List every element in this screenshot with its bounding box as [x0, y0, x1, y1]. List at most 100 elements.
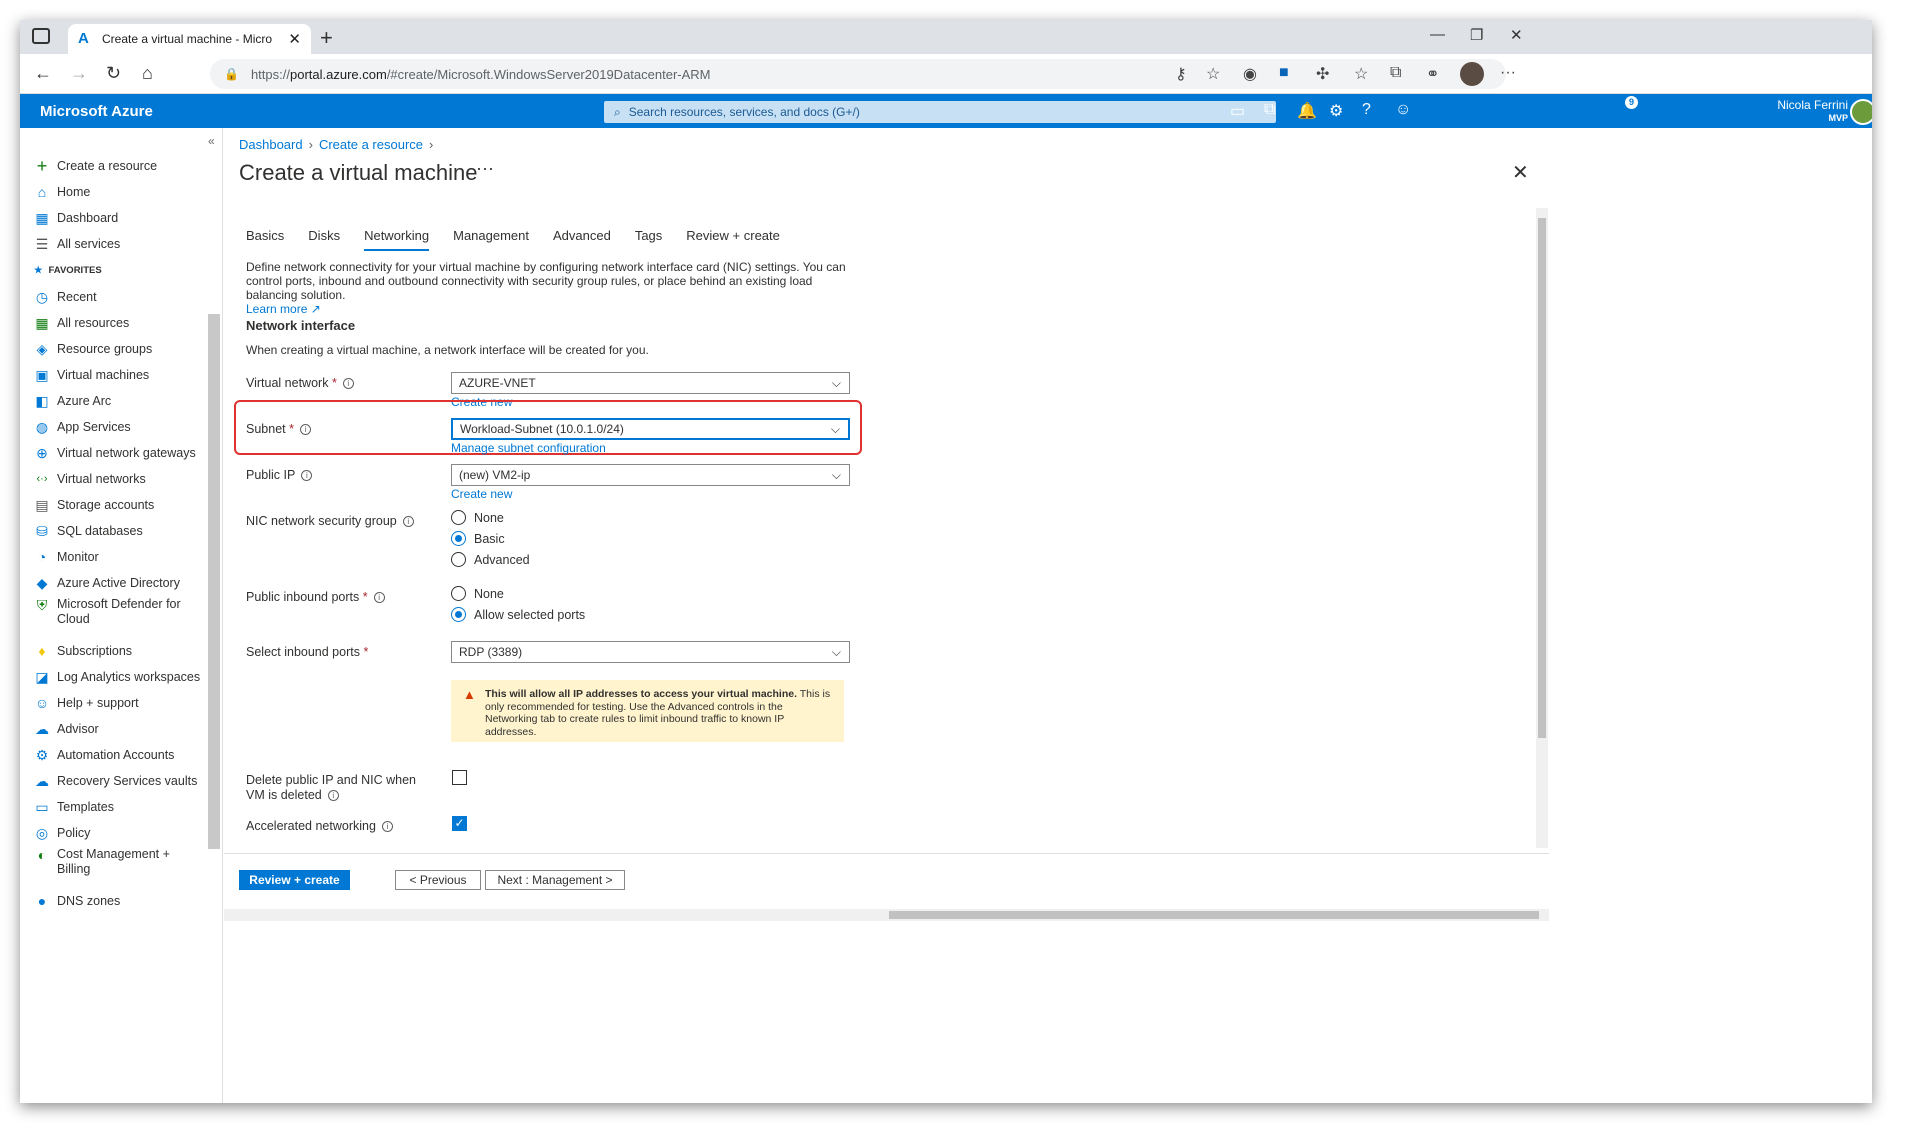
profile-avatar[interactable]	[1460, 62, 1484, 86]
previous-button[interactable]: < Previous	[395, 870, 481, 890]
tab-tags[interactable]: Tags	[635, 228, 662, 251]
favorite-add-icon[interactable]: ☆	[1206, 64, 1220, 84]
sidebar-item-help[interactable]: ☺ Help + support	[34, 691, 139, 715]
sidebar-item-storage-accounts[interactable]: ▤ Storage accounts	[34, 493, 154, 517]
breadcrumb-create-resource[interactable]: Create a resource	[319, 137, 423, 152]
help-icon[interactable]: ?	[1362, 101, 1371, 119]
radio-button[interactable]	[451, 510, 466, 525]
sidebar-item-vnet-gateways[interactable]: ⊕ Virtual network gateways	[34, 441, 196, 465]
user-account[interactable]: Nicola Ferrini MVP	[1768, 99, 1848, 125]
nsg-option-none[interactable]: None	[451, 510, 504, 525]
sidebar-item-templates[interactable]: ▭ Templates	[34, 795, 114, 819]
profile-sync-icon[interactable]: ⚭	[1426, 64, 1439, 84]
info-icon[interactable]: i	[381, 821, 393, 833]
horizontal-scrollbar-thumb[interactable]	[889, 911, 1539, 919]
subnet-dropdown[interactable]: Workload-Subnet (10.0.1.0/24) ⌵	[451, 418, 850, 440]
lock-icon[interactable]: 🔒	[224, 67, 239, 81]
user-avatar[interactable]	[1850, 99, 1872, 125]
radio-button-selected[interactable]	[451, 607, 466, 622]
tab-management[interactable]: Management	[453, 228, 529, 251]
sidebar-item-recent[interactable]: ◷ Recent	[34, 285, 97, 309]
info-icon[interactable]: i	[342, 378, 354, 390]
tab-disks[interactable]: Disks	[308, 228, 340, 251]
collections-icon[interactable]: ⧉	[1390, 64, 1401, 82]
outlook-icon[interactable]: ■	[1279, 64, 1289, 82]
sidebar-item-resource-groups[interactable]: ◈ Resource groups	[34, 337, 153, 361]
sidebar-item-all-resources[interactable]: ▦ All resources	[34, 311, 129, 335]
nsg-option-advanced[interactable]: Advanced	[451, 552, 530, 567]
more-icon[interactable]: ···	[1500, 64, 1516, 82]
vnet-dropdown[interactable]: AZURE-VNET ⌵	[451, 372, 850, 394]
accelerated-checkbox[interactable]: ✓	[452, 816, 467, 831]
sidebar-item-create[interactable]: + Create a resource	[34, 154, 157, 178]
sidebar-item-sql-databases[interactable]: ⛁ SQL databases	[34, 519, 143, 543]
sidebar-item-all-services[interactable]: ☰ All services	[34, 232, 121, 256]
close-tab-icon[interactable]: ✕	[288, 30, 301, 48]
collapse-sidebar-icon[interactable]: «	[208, 134, 215, 148]
info-icon[interactable]: i	[402, 516, 414, 528]
cloud-shell-icon[interactable]: ▭	[1230, 101, 1245, 121]
public-ip-dropdown[interactable]: (new) VM2-ip ⌵	[451, 464, 850, 486]
sidebar-item-advisor[interactable]: ☁ Advisor	[34, 717, 99, 741]
info-icon[interactable]: i	[327, 790, 339, 802]
settings-icon[interactable]: ⚙	[1329, 101, 1343, 121]
favorites-icon[interactable]: ☆	[1354, 64, 1368, 84]
browser-tab[interactable]: A Create a virtual machine - Micro ✕	[68, 24, 311, 54]
radio-button[interactable]	[451, 552, 466, 567]
home-icon[interactable]: ⌂	[142, 63, 153, 84]
sidebar-item-defender[interactable]: ⛨ Microsoft Defender for Cloud	[34, 597, 204, 631]
back-icon[interactable]: ←	[34, 63, 52, 84]
minimize-icon[interactable]: —	[1430, 26, 1445, 43]
select-ports-dropdown[interactable]: RDP (3389) ⌵	[451, 641, 850, 663]
sidebar-item-app-services[interactable]: ◍ App Services	[34, 415, 131, 439]
sidebar-item-azure-arc[interactable]: ◧ Azure Arc	[34, 389, 111, 413]
more-options-icon[interactable]: ···	[476, 158, 494, 179]
tab-review-create[interactable]: Review + create	[686, 228, 780, 251]
tab-advanced[interactable]: Advanced	[553, 228, 611, 251]
tab-basics[interactable]: Basics	[246, 228, 284, 251]
close-window-icon[interactable]: ✕	[1510, 26, 1523, 44]
sidebar-item-recovery[interactable]: ☁ Recovery Services vaults	[34, 769, 197, 793]
brand-name[interactable]: Microsoft Azure	[40, 103, 153, 120]
ports-option-none[interactable]: None	[451, 586, 504, 601]
key-icon[interactable]: ⚷	[1175, 64, 1187, 84]
feedback-icon[interactable]: ☺	[1395, 101, 1411, 119]
sidebar-item-subscriptions[interactable]: ♦ Subscriptions	[34, 639, 132, 663]
sidebar-item-cost[interactable]: ◐ Cost Management + Billing	[34, 847, 204, 881]
sidebar-item-aad[interactable]: ◆ Azure Active Directory	[34, 571, 180, 595]
info-icon[interactable]: i	[373, 592, 385, 604]
restore-icon[interactable]: ❐	[1470, 26, 1483, 44]
review-create-button[interactable]: Review + create	[239, 870, 350, 890]
extensions-icon[interactable]: ✣	[1316, 64, 1329, 84]
sidebar-item-virtual-networks[interactable]: ‹·› Virtual networks	[34, 467, 146, 491]
radio-button[interactable]	[451, 586, 466, 601]
radio-button-selected[interactable]	[451, 531, 466, 546]
sidebar-item-log-analytics[interactable]: ◪ Log Analytics workspaces	[34, 665, 200, 689]
refresh-icon[interactable]: ↻	[106, 63, 121, 84]
sidebar-item-monitor[interactable]: ◔ Monitor	[34, 545, 99, 569]
info-icon[interactable]: i	[299, 424, 311, 436]
sidebar-item-dns[interactable]: ● DNS zones	[34, 889, 120, 913]
sidebar-item-virtual-machines[interactable]: ▣ Virtual machines	[34, 363, 149, 387]
sidebar-item-policy[interactable]: ◎ Policy	[34, 821, 90, 845]
manage-subnet-link[interactable]: Manage subnet configuration	[451, 441, 606, 455]
public-ip-create-new-link[interactable]: Create new	[451, 487, 512, 501]
sidebar-scrollbar[interactable]	[208, 314, 220, 849]
notifications-icon[interactable]: 🔔	[1297, 101, 1317, 121]
info-icon[interactable]: i	[301, 470, 313, 482]
learn-more-link[interactable]: Learn more	[246, 302, 307, 316]
forward-icon[interactable]: →	[70, 63, 88, 84]
sidebar-item-dashboard[interactable]: ▦ Dashboard	[34, 206, 118, 230]
nsg-option-basic[interactable]: Basic	[451, 531, 505, 546]
new-tab-icon[interactable]: +	[320, 25, 333, 51]
sidebar-item-automation[interactable]: ⚙ Automation Accounts	[34, 743, 175, 767]
main-scrollbar-thumb[interactable]	[1538, 218, 1546, 738]
url-input[interactable]: 🔒 https://portal.azure.com/#create/Micro…	[210, 59, 1506, 89]
next-button[interactable]: Next : Management >	[485, 870, 625, 890]
directory-icon[interactable]: ⧉	[1264, 101, 1275, 119]
breadcrumb-dashboard[interactable]: Dashboard	[239, 137, 303, 152]
tab-networking[interactable]: Networking	[364, 228, 430, 251]
extension-icon[interactable]: ◉	[1243, 64, 1257, 84]
ports-option-allow[interactable]: Allow selected ports	[451, 607, 585, 622]
sidebar-item-home[interactable]: ⌂ Home	[34, 180, 91, 204]
